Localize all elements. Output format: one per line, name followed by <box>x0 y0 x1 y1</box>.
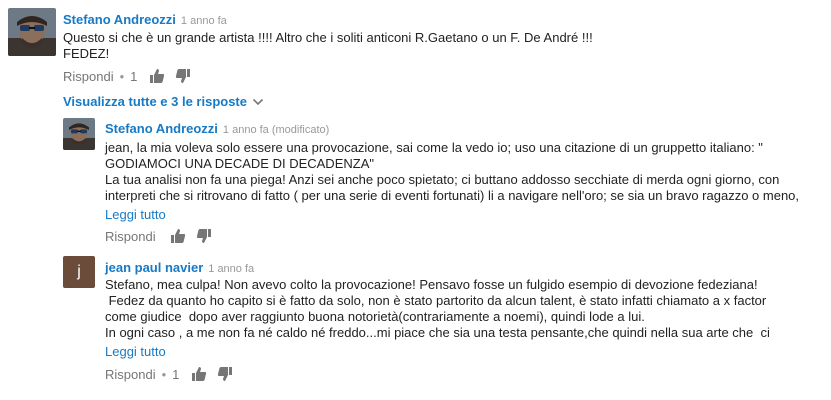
view-replies-label: Visualizza tutte e 3 le risposte <box>63 94 247 109</box>
text-line: interpreti che si ritrovano di fatto ( p… <box>105 188 800 203</box>
comment-text: jean, la mia voleva solo essere una prov… <box>105 140 799 204</box>
author-name[interactable]: jean paul navier <box>105 260 203 275</box>
text-line: GODIAMOCI UNA DECADE DI DECADENZA" <box>105 156 374 171</box>
text-line: jean, la mia voleva solo essere una prov… <box>105 140 763 155</box>
comment: Stefano Andreozzi 1 anno fa Questo si che… <box>8 8 828 88</box>
thumbs-up-icon[interactable] <box>149 68 165 84</box>
thumbs-down-icon[interactable] <box>196 228 212 244</box>
thumbs-up-icon[interactable] <box>170 228 186 244</box>
separator-dot: • <box>119 68 125 84</box>
comment-text: Stefano, mea culpa! Non avevo colto la p… <box>105 277 770 341</box>
text-line: FEDEZ! <box>63 46 110 61</box>
avatar[interactable] <box>63 118 95 150</box>
avatar-letter: j <box>77 263 81 280</box>
reply: j jean paul navier 1 anno fa Stefano, mea… <box>63 256 828 386</box>
thumbs-up-icon[interactable] <box>191 366 207 382</box>
like-count: 1 <box>172 366 180 382</box>
view-replies-toggle[interactable]: Visualizza tutte e 3 le risposte <box>63 94 264 109</box>
text-line: Fedez da quanto ho capito si è fatto da … <box>105 293 767 308</box>
comment-actions: Rispondi • 1 <box>105 366 243 382</box>
chevron-down-icon <box>252 98 264 105</box>
text-line: In ogni caso , a me non fa né caldo né f… <box>105 325 770 340</box>
comment-text: Questo si che è un grande artista !!!! A… <box>63 30 593 62</box>
comment-actions: Rispondi <box>105 228 222 244</box>
avatar[interactable]: j <box>63 256 95 288</box>
reply: Stefano Andreozzi 1 anno fa (modificato) … <box>63 118 828 248</box>
thumbs-down-icon[interactable] <box>217 366 233 382</box>
reply-button[interactable]: Rispondi <box>63 69 114 84</box>
comment-header: Stefano Andreozzi 1 anno fa (modificato) <box>105 120 329 138</box>
separator-dot: • <box>161 366 167 382</box>
read-more-link[interactable]: Leggi tutto <box>105 207 166 222</box>
comment-header: Stefano Andreozzi 1 anno fa <box>63 11 227 29</box>
text-line: Questo si che è un grande artista !!!! A… <box>63 30 593 45</box>
reply-button[interactable]: Rispondi <box>105 229 156 244</box>
avatar[interactable] <box>8 8 56 56</box>
author-name[interactable]: Stefano Andreozzi <box>105 121 218 136</box>
thumbs-down-icon[interactable] <box>175 68 191 84</box>
text-line: Stefano, mea culpa! Non avevo colto la p… <box>105 277 758 292</box>
comment-header: jean paul navier 1 anno fa <box>105 259 254 277</box>
text-line: come giudice dopo aver raggiunto buona n… <box>105 309 645 324</box>
timestamp[interactable]: 1 anno fa <box>208 263 254 275</box>
read-more-link[interactable]: Leggi tutto <box>105 344 166 359</box>
like-count: 1 <box>130 68 138 84</box>
timestamp[interactable]: 1 anno fa <box>181 15 227 27</box>
author-name[interactable]: Stefano Andreozzi <box>63 12 176 27</box>
timestamp[interactable]: 1 anno fa (modificato) <box>223 124 329 136</box>
comment-actions: Rispondi • 1 <box>63 68 201 84</box>
reply-button[interactable]: Rispondi <box>105 367 156 382</box>
text-line: La tua analisi non fa una piega! Anzi se… <box>105 172 780 187</box>
